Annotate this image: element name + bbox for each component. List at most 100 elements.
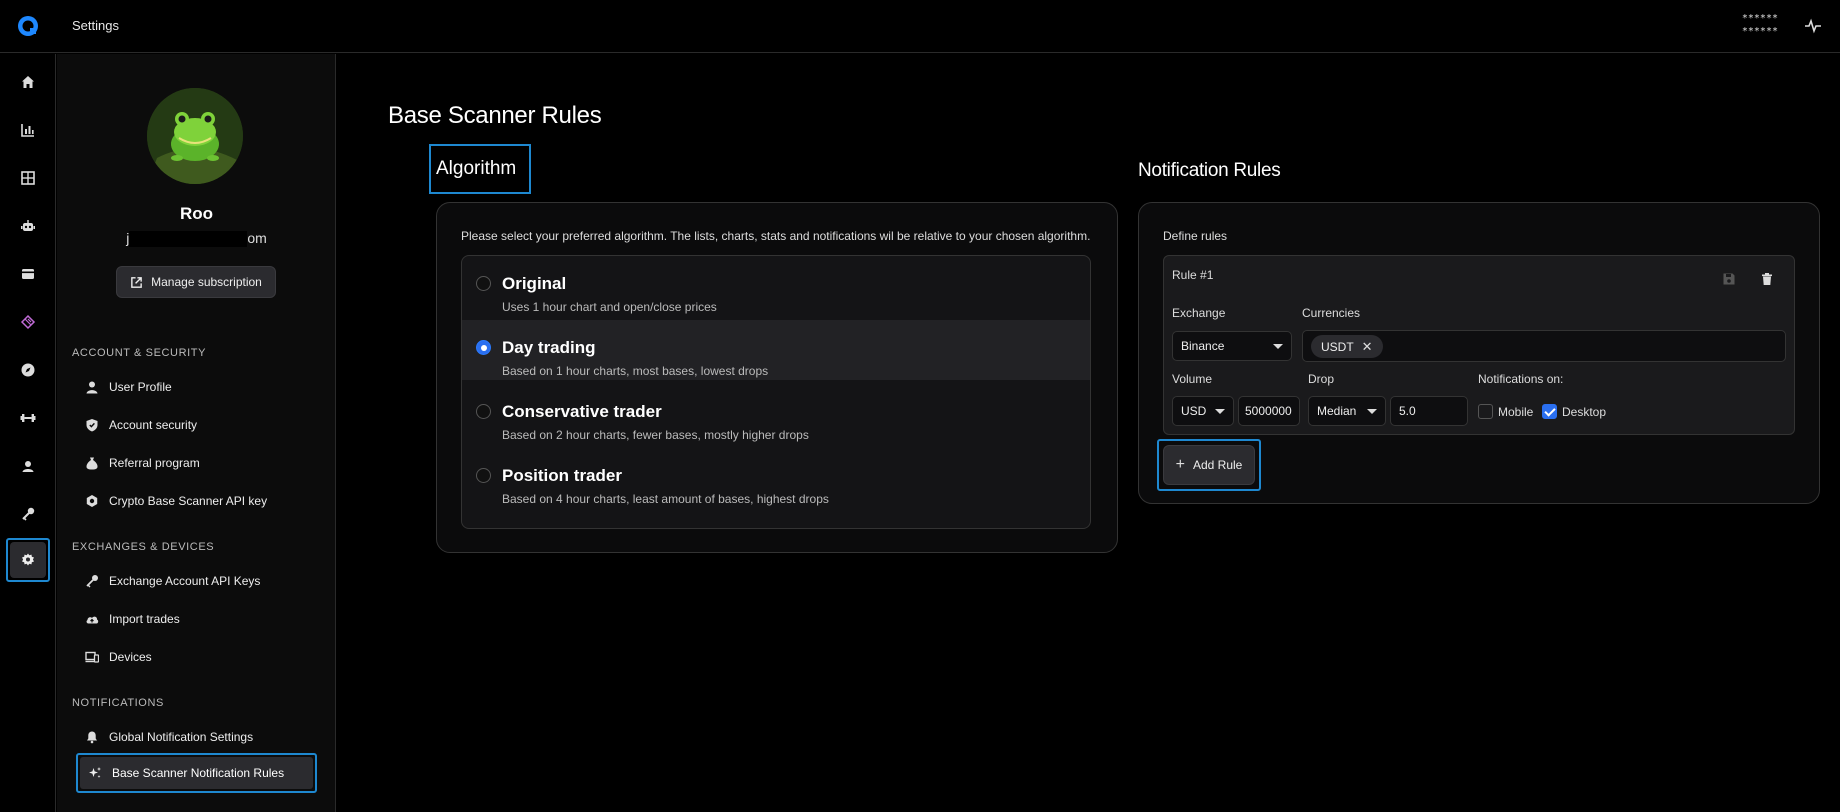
- hexagon-gear-icon: [86, 495, 98, 507]
- external-link-icon: [131, 276, 142, 288]
- volume-amount-input[interactable]: 5000000: [1238, 396, 1300, 426]
- sidebar-item-exchange-api-keys[interactable]: Exchange Account API Keys: [85, 569, 260, 593]
- user-icon: [86, 381, 98, 394]
- sidebar-item-label: Referral program: [109, 456, 200, 470]
- chevron-down-icon: [1215, 409, 1225, 414]
- option-title: Conservative trader: [502, 402, 662, 421]
- algorithm-description: Please select your preferred algorithm. …: [461, 229, 1091, 243]
- radio-position-trader[interactable]: [476, 468, 491, 483]
- key-icon[interactable]: [18, 504, 38, 524]
- icon-rail: [0, 54, 56, 812]
- notification-rules-panel: Define rules Rule #1 Exchange Binance Cu…: [1138, 202, 1820, 504]
- compass-icon[interactable]: [18, 360, 38, 380]
- algorithm-panel: Please select your preferred algorithm. …: [436, 202, 1118, 553]
- radio-conservative-trader[interactable]: [476, 404, 491, 419]
- user-badge-icon[interactable]: [18, 456, 38, 476]
- sidebar-item-label: Base Scanner Notification Rules: [112, 766, 285, 780]
- sidebar-item-global-notification-settings[interactable]: Global Notification Settings: [85, 725, 253, 749]
- exchange-label: Exchange: [1172, 306, 1226, 320]
- option-subtitle: Based on 1 hour charts, most bases, lowe…: [502, 364, 769, 378]
- gear-icon[interactable]: [10, 542, 46, 578]
- grid-icon[interactable]: [18, 168, 38, 188]
- user-name: Roo: [179, 204, 214, 223]
- sidebar-item-referral-program[interactable]: Referral program: [85, 451, 200, 475]
- radio-original[interactable]: [476, 276, 491, 291]
- chart-icon[interactable]: [18, 120, 38, 140]
- option-title: Day trading: [502, 338, 596, 357]
- sparkles-icon: [89, 767, 101, 778]
- remove-chip-icon[interactable]: ✕: [1362, 339, 1373, 355]
- volume-currency-select[interactable]: USD: [1172, 396, 1234, 426]
- settings-sidebar: Roo j om Manage subscription ACCOUNT & SE…: [57, 54, 336, 812]
- top-bar: Settings ****** ******: [0, 0, 1840, 53]
- trash-icon[interactable]: [1760, 272, 1774, 286]
- define-rules-label: Define rules: [1163, 229, 1228, 243]
- algorithm-option-day-trading[interactable]: Day trading Based on 1 hour charts, most…: [462, 320, 1090, 380]
- chevron-down-icon: [1367, 409, 1377, 414]
- exchange-select[interactable]: Binance: [1172, 331, 1292, 361]
- sidebar-item-label: Global Notification Settings: [109, 730, 254, 744]
- save-icon[interactable]: [1722, 272, 1736, 286]
- drop-label: Drop: [1308, 372, 1335, 386]
- shield-icon: [86, 419, 98, 432]
- masked-account-info: ****** ******: [1742, 12, 1778, 38]
- currencies-label: Currencies: [1302, 306, 1361, 320]
- mobile-label: Mobile: [1498, 405, 1534, 419]
- plus-icon: +: [1175, 456, 1185, 473]
- manage-subscription-button[interactable]: Manage subscription: [116, 266, 276, 298]
- notification-rules-title: Notification Rules: [1138, 160, 1281, 181]
- option-subtitle: Based on 2 hour charts, fewer bases, mos…: [502, 428, 809, 442]
- drop-method-value: Median: [1317, 404, 1357, 418]
- stack-icon[interactable]: [18, 312, 38, 332]
- rule-title: Rule #1: [1172, 268, 1214, 282]
- email-redaction: [129, 231, 248, 248]
- user-email: j om: [57, 230, 336, 248]
- sidebar-item-api-key[interactable]: Crypto Base Scanner API key: [85, 489, 267, 513]
- drop-method-select[interactable]: Median: [1308, 396, 1386, 426]
- desktop-checkbox[interactable]: [1542, 404, 1557, 419]
- currency-chip-label: USDT: [1321, 339, 1354, 354]
- sidebar-item-label: User Profile: [109, 380, 172, 394]
- desktop-label: Desktop: [1562, 405, 1607, 419]
- radio-day-trading[interactable]: [476, 340, 491, 355]
- chevron-down-icon: [1273, 344, 1283, 349]
- sidebar-item-base-scanner-notification-rules[interactable]: Base Scanner Notification Rules: [76, 753, 317, 793]
- add-rule-button[interactable]: + Add Rule: [1163, 445, 1255, 485]
- devices-icon: [85, 651, 99, 663]
- add-rule-label: Add Rule: [1192, 458, 1243, 472]
- masked-line-2: ******: [1741, 26, 1778, 37]
- option-subtitle: Based on 4 hour charts, least amount of …: [502, 492, 829, 506]
- cloud-upload-icon: [86, 616, 99, 624]
- sidebar-item-account-security[interactable]: Account security: [85, 413, 197, 437]
- drop-value-input[interactable]: 5.0: [1390, 396, 1468, 426]
- add-rule-highlight: + Add Rule: [1157, 439, 1261, 491]
- option-title: Position trader: [502, 466, 622, 485]
- avatar[interactable]: [147, 88, 243, 184]
- activity-pulse-icon[interactable]: [1804, 17, 1822, 35]
- sidebar-item-import-trades[interactable]: Import trades: [85, 607, 180, 631]
- sidebar-item-user-profile[interactable]: User Profile: [85, 375, 172, 399]
- currencies-input[interactable]: USDT ✕: [1302, 330, 1786, 362]
- wallet-icon[interactable]: [18, 264, 38, 284]
- sidebar-item-devices[interactable]: Devices: [85, 645, 152, 669]
- sidebar-item-label: Exchange Account API Keys: [109, 574, 261, 588]
- app-logo-icon[interactable]: [17, 15, 39, 37]
- page-header-title: Settings: [72, 18, 119, 33]
- algorithm-option-original[interactable]: Original Uses 1 hour chart and open/clos…: [462, 256, 1090, 316]
- section-notifications: NOTIFICATIONS: [72, 697, 164, 709]
- sidebar-item-label: Crypto Base Scanner API key: [109, 494, 268, 508]
- rail-active-settings[interactable]: [6, 538, 50, 582]
- home-icon[interactable]: [18, 72, 38, 92]
- robot-icon[interactable]: [18, 216, 38, 236]
- algorithm-option-conservative-trader[interactable]: Conservative trader Based on 2 hour char…: [462, 384, 1090, 444]
- option-title: Original: [502, 274, 567, 293]
- sidebar-item-active-inner[interactable]: Base Scanner Notification Rules: [80, 757, 313, 789]
- barbell-icon[interactable]: [18, 408, 38, 428]
- mobile-checkbox[interactable]: [1478, 404, 1493, 419]
- bell-icon: [87, 731, 97, 744]
- volume-label: Volume: [1172, 372, 1213, 386]
- option-subtitle: Uses 1 hour chart and open/close prices: [502, 300, 717, 314]
- manage-subscription-label: Manage subscription: [151, 275, 262, 289]
- algorithm-option-position-trader[interactable]: Position trader Based on 4 hour charts, …: [462, 448, 1090, 508]
- rule-card: Rule #1 Exchange Binance Currencies USDT…: [1163, 255, 1795, 435]
